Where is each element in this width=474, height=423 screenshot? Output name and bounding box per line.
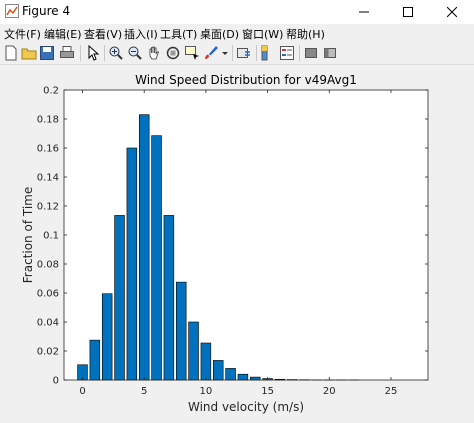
chart: 00.020.040.060.080.10.120.140.160.180.2 …: [0, 65, 474, 419]
y-tick-label: 0.08: [37, 260, 59, 271]
window-title: Figure 4: [22, 4, 70, 18]
y-tick-label: 0.16: [37, 144, 59, 155]
histogram-bar: [164, 215, 174, 380]
toolbar-separator: [256, 45, 257, 61]
y-tick-label: 0: [53, 376, 59, 387]
menu-view[interactable]: 查看(V): [84, 26, 122, 42]
link-plot-icon[interactable]: [236, 45, 252, 61]
legend-icon[interactable]: [279, 45, 295, 61]
window-title-bar: Figure 4: [0, 0, 474, 25]
y-tick-label: 0.14: [37, 173, 59, 184]
menu-insert[interactable]: 插入(I): [124, 26, 158, 42]
toolbar-separator: [299, 45, 300, 61]
rotate-icon[interactable]: [165, 45, 181, 61]
y-tick-label: 0.1: [43, 231, 59, 242]
show-plot-tools-icon[interactable]: [322, 45, 338, 61]
histogram-bar: [152, 136, 162, 380]
y-tick-label: 0.18: [37, 115, 59, 126]
histogram-bar: [226, 368, 236, 380]
chart-title: Wind Speed Distribution for v49Avg1: [135, 73, 357, 87]
figure-canvas: 00.020.040.060.080.10.120.140.160.180.2 …: [0, 65, 474, 419]
y-tick-label: 0.04: [37, 318, 59, 329]
new-figure-icon[interactable]: [3, 45, 19, 61]
menu-help[interactable]: 帮助(H): [286, 26, 325, 42]
histogram-bar: [201, 343, 211, 380]
figure-toolbar: [0, 42, 474, 65]
toolbar-separator: [232, 45, 233, 61]
save-icon[interactable]: [39, 45, 55, 61]
x-tick-label: 5: [141, 386, 147, 397]
x-tick-label: 0: [79, 386, 85, 397]
menu-file[interactable]: 文件(F): [4, 26, 41, 42]
x-tick-label: 15: [261, 386, 274, 397]
x-axis-label: Wind velocity (m/s): [188, 400, 304, 414]
histogram-bar: [176, 282, 186, 380]
histogram-bar: [127, 148, 137, 380]
minimize-icon: [359, 7, 369, 17]
menu-desktop[interactable]: 桌面(D): [200, 26, 239, 42]
toolbar-separator: [80, 45, 81, 61]
pointer-icon[interactable]: [85, 45, 101, 61]
histogram-bar: [102, 294, 112, 380]
close-button[interactable]: [430, 0, 474, 24]
open-file-icon[interactable]: [21, 45, 37, 61]
hide-plot-tools-icon[interactable]: [303, 45, 319, 61]
close-icon: [447, 7, 457, 17]
y-tick-label: 0.06: [37, 289, 59, 300]
zoom-in-icon[interactable]: [108, 45, 124, 61]
menu-bar: 文件(F) 编辑(E) 查看(V) 插入(I) 工具(T) 桌面(D) 窗口(W…: [0, 24, 474, 42]
brush-icon[interactable]: [203, 45, 219, 61]
x-tick-label: 10: [200, 386, 213, 397]
histogram-bar: [238, 374, 248, 380]
toolbar-separator: [104, 45, 105, 61]
colorbar-icon[interactable]: [260, 45, 276, 61]
y-tick-label: 0.2: [43, 86, 59, 97]
histogram-bar: [115, 215, 125, 380]
y-tick-label: 0.02: [37, 347, 59, 358]
histogram-bar: [90, 340, 100, 380]
y-tick-label: 0.12: [37, 202, 59, 213]
minimize-button[interactable]: [342, 0, 386, 24]
menu-tools[interactable]: 工具(T): [160, 26, 197, 42]
menu-window[interactable]: 窗口(W): [242, 26, 283, 42]
matlab-figure-icon: [5, 4, 19, 18]
histogram-bar: [189, 322, 199, 380]
menu-edit[interactable]: 编辑(E): [44, 26, 82, 42]
brush-dropdown-icon[interactable]: [221, 45, 229, 61]
histogram-bar: [213, 360, 223, 380]
maximize-icon: [403, 7, 413, 17]
y-axis-label: Fraction of Time: [21, 187, 35, 283]
zoom-out-icon[interactable]: [127, 45, 143, 61]
data-cursor-icon[interactable]: [184, 45, 200, 61]
histogram-bar: [139, 115, 149, 380]
maximize-button[interactable]: [386, 0, 430, 24]
pan-icon[interactable]: [146, 45, 162, 61]
x-tick-label: 25: [385, 386, 398, 397]
histogram-bar: [250, 377, 260, 380]
print-icon[interactable]: [59, 45, 75, 61]
x-tick-label: 20: [323, 386, 336, 397]
